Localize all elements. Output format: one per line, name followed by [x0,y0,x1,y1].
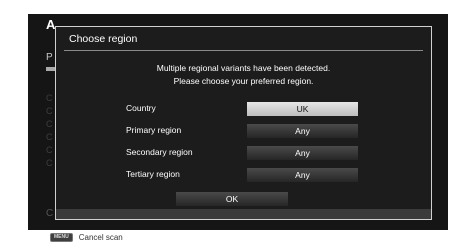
list-item: C [46,106,53,116]
list-item: C [46,119,53,129]
list-item: C [46,158,53,168]
background-subtitle: P [46,52,53,63]
dialog-message-line1: Multiple regional variants have been det… [156,63,331,73]
ok-button[interactable]: OK [176,192,288,206]
tertiary-region-label: Tertiary region [126,169,180,179]
menu-key-icon: MENU [50,232,73,242]
list-item: C [46,145,53,155]
background-channel-list: C C C C C C [46,92,53,170]
tertiary-region-selector[interactable]: Any [247,168,358,182]
footer-hint: MENU Cancel scan [50,232,123,242]
country-selector[interactable]: UK [247,102,358,116]
list-item: C [46,93,53,103]
choose-region-dialog: Choose region Multiple regional variants… [55,26,432,220]
primary-region-label: Primary region [126,125,182,135]
dialog-divider [64,50,423,51]
country-label: Country [126,103,156,113]
background-title: A [46,17,56,32]
dialog-bottom-strip [56,209,431,219]
background-bottom-text: C [46,208,54,219]
secondary-region-selector[interactable]: Any [247,146,358,160]
cancel-scan-hint[interactable]: Cancel scan [79,233,123,242]
secondary-region-label: Secondary region [126,147,193,157]
list-item: C [46,132,53,142]
dialog-message-line2: Please choose your preferred region. [173,76,314,86]
dialog-title: Choose region [69,33,138,45]
primary-region-selector[interactable]: Any [247,124,358,138]
